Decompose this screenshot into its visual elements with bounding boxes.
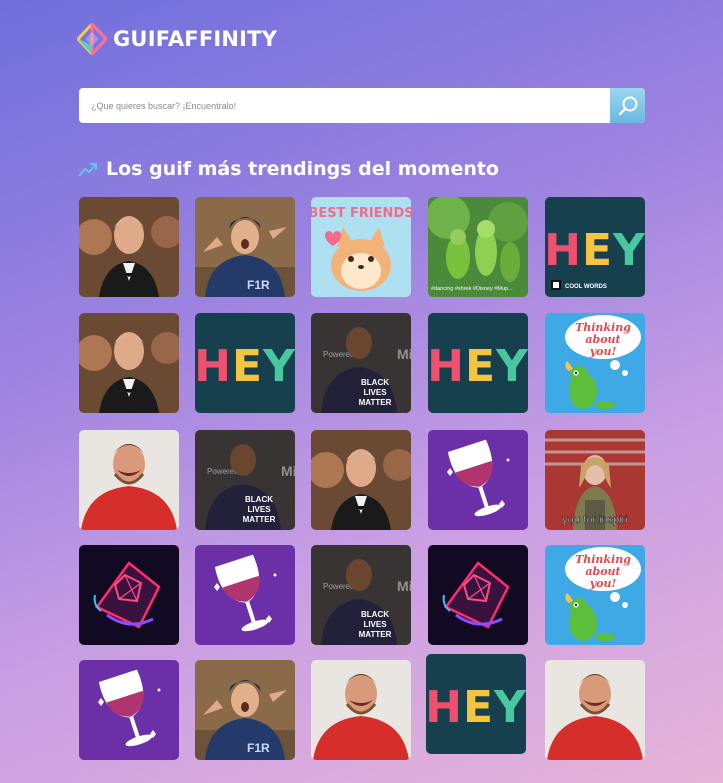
gif-tile-man-suit[interactable]: [79, 197, 179, 297]
search-bar: [79, 88, 645, 123]
gif-preview-image: Thinking about you!: [545, 313, 645, 413]
gif-tile-wine[interactable]: [428, 430, 528, 530]
gif-preview-image: [79, 660, 179, 760]
section-header: Los guif más trendings del momento: [78, 158, 499, 180]
gif-tile-thinking[interactable]: Thinking about you!: [545, 313, 645, 413]
gif-tile-red-shirt[interactable]: [545, 660, 645, 760]
gif-preview-image: [311, 430, 411, 530]
gif-tile-thinking[interactable]: Thinking about you!: [545, 545, 645, 645]
svg-text:MATTER: MATTER: [243, 515, 276, 524]
svg-text:F1R: F1R: [247, 741, 270, 755]
svg-text:you!: you!: [589, 345, 617, 358]
svg-text:you for inspiri: you for inspiri: [562, 514, 627, 526]
gif-preview-image: Powered by Mi BLACK LIVES MATTER: [195, 430, 295, 530]
gif-tile-hey[interactable]: HEY COOL WORDS: [545, 197, 645, 297]
svg-text:Mi: Mi: [397, 578, 411, 594]
svg-text:HEY: HEY: [428, 341, 528, 392]
gif-tile-hey[interactable]: HEY: [195, 313, 295, 413]
gif-tile-shrek[interactable]: #dancing #shrek #Disney #Mup...: [428, 197, 528, 297]
svg-text:Mi: Mi: [281, 463, 295, 479]
trending-up-icon: [78, 163, 97, 177]
gif-preview-image: [79, 197, 179, 297]
svg-text:MATTER: MATTER: [359, 398, 392, 407]
gif-preview-image: HEY: [195, 313, 295, 413]
gif-preview-image: [428, 545, 528, 645]
gif-tile-red-shirt[interactable]: [79, 430, 179, 530]
gif-preview-image: #dancing #shrek #Disney #Mup...: [428, 197, 528, 297]
gif-preview-image: [545, 660, 645, 760]
svg-text:MATTER: MATTER: [359, 630, 392, 639]
best-friends-text: BEST FRIENDS: [311, 206, 411, 221]
gif-preview-image: Powered by Mi BLACK LIVES MATTER: [311, 545, 411, 645]
gif-preview-image: BEST FRIENDS: [311, 197, 411, 297]
gif-tile-wine[interactable]: [195, 545, 295, 645]
svg-text:COOL WORDS: COOL WORDS: [565, 284, 607, 290]
gif-tile-lebron[interactable]: Powered by Mi BLACK LIVES MATTER: [195, 430, 295, 530]
gif-tile-cyclist[interactable]: F1R: [195, 197, 295, 297]
gif-preview-image: [79, 313, 179, 413]
svg-text:HEY: HEY: [545, 225, 645, 276]
section-title: Los guif más trendings del momento: [106, 158, 499, 180]
svg-text:you!: you!: [589, 577, 617, 590]
svg-text:Mi: Mi: [397, 346, 411, 362]
gif-preview-image: F1R: [195, 197, 295, 297]
gif-preview-image: F1R: [195, 660, 295, 760]
gif-tile-speech[interactable]: you for inspiri: [545, 430, 645, 530]
svg-text:HEY: HEY: [195, 341, 295, 392]
gif-preview-image: Powered by Mi BLACK LIVES MATTER: [311, 313, 411, 413]
gif-tile-lebron[interactable]: Powered by Mi BLACK LIVES MATTER: [311, 313, 411, 413]
gif-preview-image: HEY: [426, 654, 526, 754]
gif-preview-image: Thinking about you!: [545, 545, 645, 645]
gif-tile-neon[interactable]: [79, 545, 179, 645]
search-icon: [618, 96, 637, 115]
search-button[interactable]: [610, 88, 645, 123]
gif-tile-red-shirt[interactable]: [311, 660, 411, 760]
gif-tile-hey[interactable]: HEY: [428, 313, 528, 413]
svg-text:BLACK: BLACK: [361, 378, 389, 387]
svg-text:BLACK: BLACK: [361, 610, 389, 619]
gif-preview-image: [195, 545, 295, 645]
svg-text:BLACK: BLACK: [245, 495, 273, 504]
hashtag-caption: #dancing #shrek #Disney #Mup...: [431, 286, 513, 292]
gif-tile-man-suit[interactable]: [79, 313, 179, 413]
gif-tile-lebron[interactable]: Powered by Mi BLACK LIVES MATTER: [311, 545, 411, 645]
brand-logo[interactable]: GUIFAFFINITY: [75, 20, 278, 58]
svg-text:LIVES: LIVES: [247, 505, 271, 514]
gif-tile-best-friends[interactable]: BEST FRIENDS: [311, 197, 411, 297]
gif-tile-man-suit[interactable]: [311, 430, 411, 530]
gif-preview-image: [79, 545, 179, 645]
gif-tile-hey[interactable]: HEY: [426, 654, 526, 754]
gif-tile-neon[interactable]: [428, 545, 528, 645]
gif-tile-cyclist[interactable]: F1R: [195, 660, 295, 760]
logo-diamond-icon: [75, 20, 109, 58]
brand-name: GUIFAFFINITY: [113, 27, 278, 51]
svg-text:LIVES: LIVES: [363, 388, 387, 397]
gif-tile-wine[interactable]: [79, 660, 179, 760]
gif-preview-image: you for inspiri: [545, 430, 645, 530]
svg-text:LIVES: LIVES: [363, 620, 387, 629]
svg-text:HEY: HEY: [426, 682, 526, 733]
gif-preview-image: [79, 430, 179, 530]
gif-preview-image: HEY: [428, 313, 528, 413]
search-input[interactable]: [79, 88, 611, 123]
gif-preview-image: HEY COOL WORDS: [545, 197, 645, 297]
gif-preview-image: [428, 430, 528, 530]
gif-preview-image: [311, 660, 411, 760]
svg-text:F1R: F1R: [247, 278, 270, 292]
